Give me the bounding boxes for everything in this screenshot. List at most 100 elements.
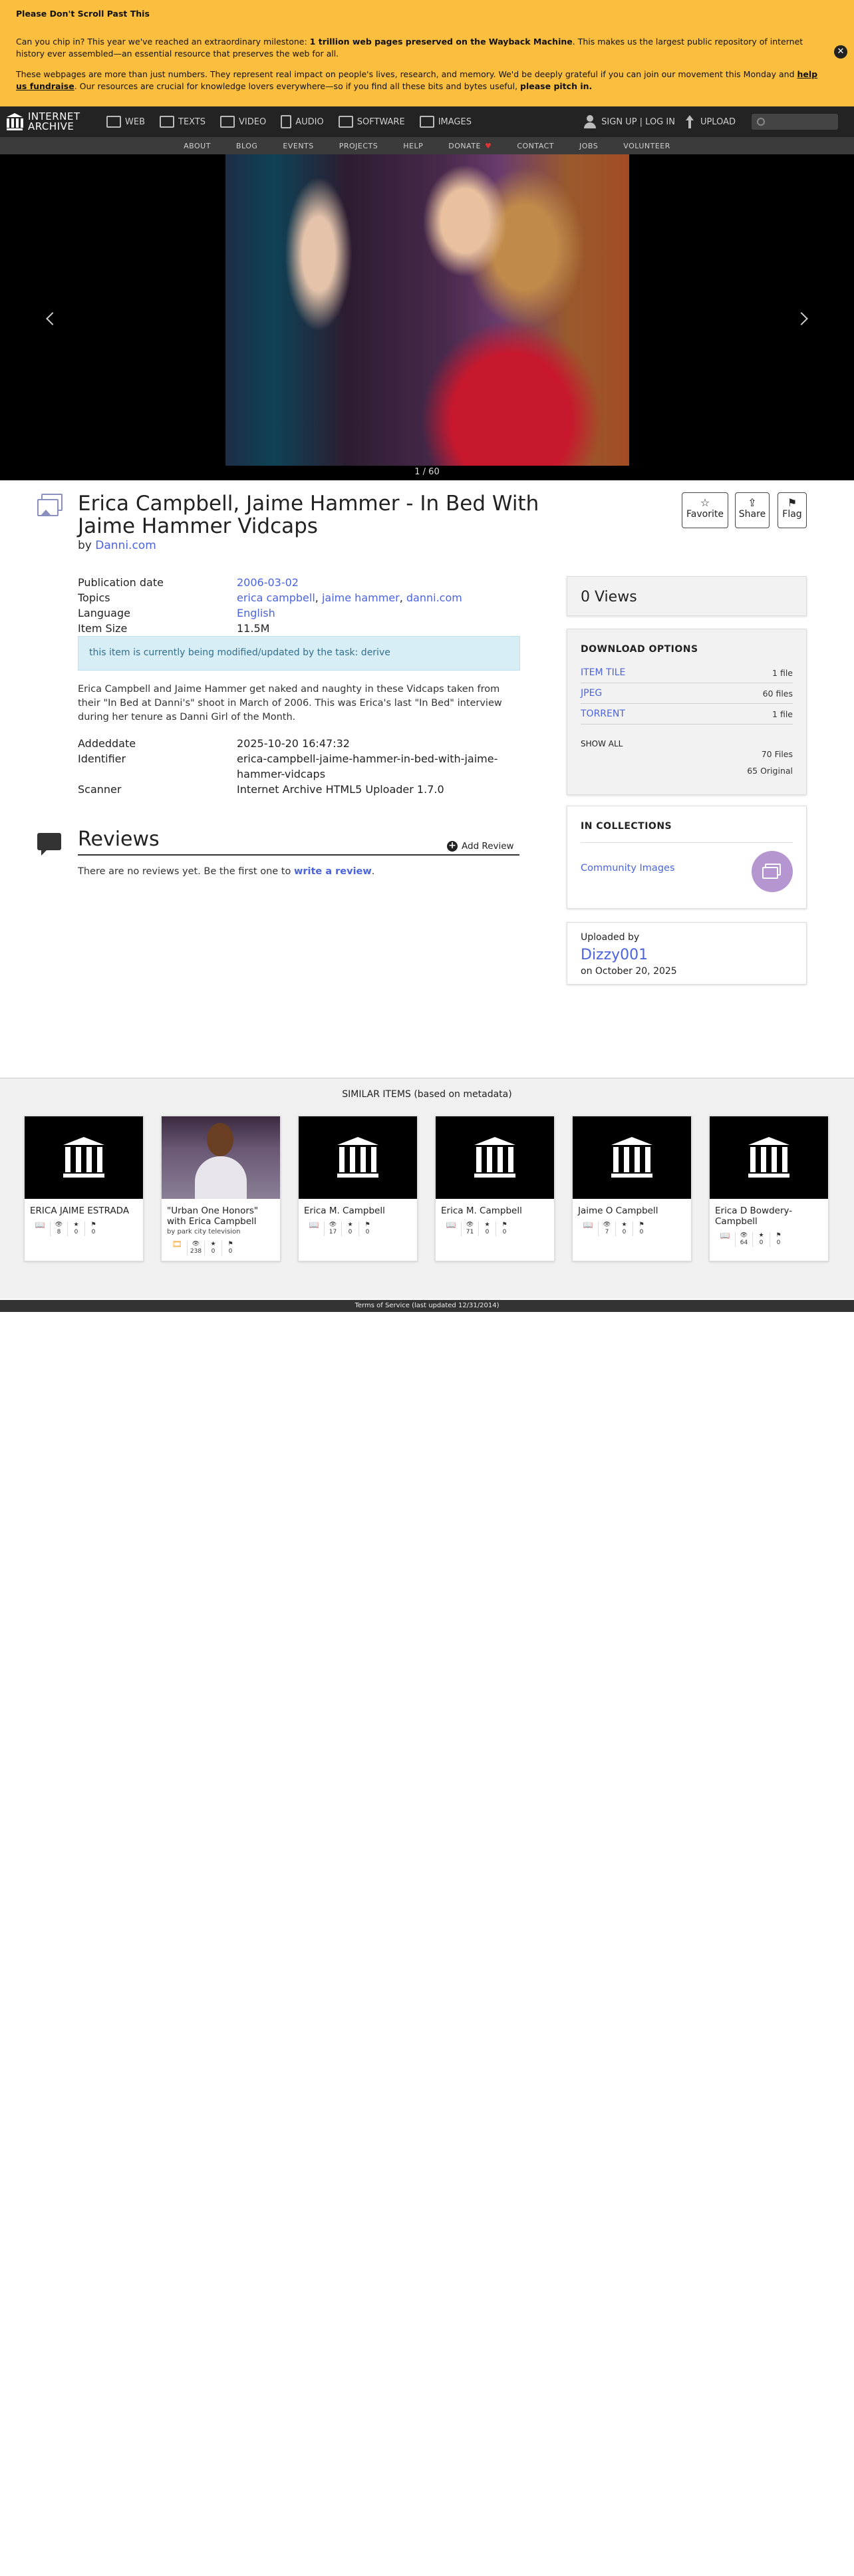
similar-item-card[interactable]: "Urban One Honors" with Erica Campbell by… [161, 1116, 281, 1261]
subnav-volunteer[interactable]: VOLUNTEER [623, 142, 670, 150]
similar-item-title[interactable]: Jaime O Campbell [573, 1199, 691, 1216]
upload-link[interactable]: UPLOAD [700, 117, 736, 127]
book-icon: 📖 [35, 1220, 45, 1229]
publication-date-link[interactable]: 2006-03-02 [237, 576, 299, 589]
subnav-help[interactable]: HELP [403, 142, 423, 150]
view-count: 8 [57, 1229, 61, 1235]
archive-building-icon [611, 1137, 652, 1178]
item-thumbnail[interactable] [436, 1116, 554, 1199]
collection-images-icon [752, 851, 793, 892]
download-item-tile-link[interactable]: ITEM TILE [581, 667, 625, 678]
view-count: 64 [740, 1239, 748, 1246]
creator-link[interactable]: Danni.com [95, 539, 156, 552]
eye-icon: 👁 [603, 1221, 611, 1228]
similar-item-card[interactable]: Jaime O Campbell 📖 👁 7 ★ 0 ⚑ 0 [572, 1116, 692, 1261]
item-thumbnail[interactable] [25, 1116, 143, 1199]
subnav-projects[interactable]: PROJECTS [339, 142, 378, 150]
topic-link[interactable]: jaime hammer [322, 591, 400, 604]
metadata-row: Identifier erica-campbell-jaime-hammer-in… [78, 752, 498, 780]
eye-icon: 👁 [55, 1221, 63, 1228]
download-jpeg-link[interactable]: JPEG [581, 688, 602, 699]
topic-link[interactable]: danni.com [406, 591, 462, 604]
item-thumbnail[interactable] [710, 1116, 828, 1199]
subnav-contact[interactable]: CONTACT [517, 142, 554, 150]
donation-banner: Please Don't Scroll Past This Can you ch… [0, 0, 854, 106]
nav-web[interactable]: WEB [106, 116, 145, 128]
nav-images[interactable]: IMAGES [419, 116, 472, 128]
subnav-about[interactable]: ABOUT [184, 142, 211, 150]
favorite-button[interactable]: ☆ Favorite [682, 492, 728, 528]
star-icon: ★ [484, 1221, 490, 1228]
pitch-in-link[interactable]: please pitch in. [520, 81, 592, 91]
close-banner-button[interactable]: ✕ [834, 45, 847, 59]
similar-item-title[interactable]: "Urban One Honors" with Erica Campbell [162, 1199, 280, 1227]
upload-date: on October 20, 2025 [581, 966, 677, 977]
top-nav: INTERNET ARCHIVE WEB TEXTS VIDEO AUDIO S… [0, 106, 854, 137]
flag-button[interactable]: ⚑ Flag [778, 492, 807, 528]
similar-item-title[interactable]: Erica M. Campbell [436, 1199, 554, 1216]
subnav-donate[interactable]: DONATE ♥ [448, 142, 492, 150]
similar-items-heading: SIMILAR ITEMS (based on metadata) [342, 1089, 512, 1100]
uploader-panel: Uploaded by Dizzy001 on October 20, 2025 [567, 922, 807, 985]
nav-software[interactable]: SOFTWARE [338, 116, 405, 128]
comment-icon: ⚑ [364, 1221, 370, 1228]
similar-item-title[interactable]: Erica M. Campbell [299, 1199, 417, 1216]
similar-item-card[interactable]: Erica M. Campbell 📖 👁 71 ★ 0 ⚑ 0 [435, 1116, 555, 1261]
item-thumbnail[interactable] [299, 1116, 417, 1199]
similar-item-card[interactable]: Erica M. Campbell 📖 👁 17 ★ 0 ⚑ 0 [298, 1116, 418, 1261]
image-collection-icon [37, 494, 64, 518]
archive-building-icon [6, 113, 23, 130]
signup-login-link[interactable]: SIGN UP | LOG IN [601, 117, 675, 127]
subnav-events[interactable]: EVENTS [283, 142, 313, 150]
favorite-count: 0 [348, 1229, 353, 1235]
eye-icon: 👁 [740, 1232, 748, 1239]
user-icon [584, 115, 597, 128]
nav-video[interactable]: VIDEO [220, 116, 266, 128]
view-count: 238 [190, 1248, 202, 1255]
nav-audio[interactable]: AUDIO [281, 115, 324, 128]
write-review-link[interactable]: write a review [294, 866, 372, 877]
metadata-top: Publication date 2006-03-02 Topics erica c… [78, 575, 523, 636]
review-count: 0 [639, 1229, 644, 1235]
collection-item[interactable]: Community Images [581, 843, 793, 892]
comment-icon: ⚑ [227, 1241, 233, 1247]
comment-icon: ⚑ [776, 1232, 782, 1239]
item-description: Erica Campbell and Jaime Hammer get nake… [78, 684, 502, 723]
similar-items-list: ERICA JAIME ESTRADA 📖 👁 8 ★ 0 ⚑ 0 "Urban One Hon… [24, 1116, 829, 1261]
similar-item-title[interactable]: Erica D Bowdery-Campbell [710, 1199, 828, 1227]
download-torrent-link[interactable]: TORRENT [581, 709, 625, 719]
metadata-row: Item Size 11.5M [78, 622, 270, 635]
speech-bubble-icon [37, 833, 61, 856]
upload-icon [684, 115, 695, 128]
banner-highlight: 1 trillion web pages preserved on the Wa… [309, 37, 573, 47]
language-link[interactable]: English [237, 607, 275, 619]
nav-texts[interactable]: TEXTS [160, 116, 206, 128]
collection-link[interactable]: Community Images [581, 863, 675, 874]
search-input[interactable] [752, 114, 838, 130]
terms-footer-link[interactable]: Terms of Service (last updated 12/31/201… [0, 1300, 854, 1312]
subnav-jobs[interactable]: JOBS [579, 142, 598, 150]
review-count: 0 [776, 1239, 781, 1246]
collections-panel: IN COLLECTIONS Community Images [567, 806, 807, 909]
floppy-icon [338, 116, 353, 128]
previous-arrow-icon[interactable] [46, 312, 59, 325]
book-icon: 📖 [446, 1220, 456, 1229]
similar-item-title[interactable]: ERICA JAIME ESTRADA [25, 1199, 143, 1216]
image-viewer: 1 / 60 [0, 154, 854, 480]
next-arrow-icon[interactable] [795, 312, 808, 325]
item-thumbnail[interactable] [162, 1116, 280, 1199]
page-title: Erica Campbell, Jaime Hammer - In Bed Wi… [78, 492, 539, 538]
review-count: 0 [91, 1229, 96, 1235]
download-row: TORRENT 1 file [581, 704, 793, 724]
book-icon: 📖 [720, 1231, 730, 1240]
internet-archive-logo[interactable]: INTERNET ARCHIVE [6, 112, 106, 132]
add-review-button[interactable]: + Add Review [447, 841, 514, 852]
item-thumbnail[interactable] [573, 1116, 691, 1199]
similar-item-card[interactable]: Erica D Bowdery-Campbell 📖 👁 64 ★ 0 ⚑ 0 [709, 1116, 829, 1261]
share-button[interactable]: ⇪ Share [735, 492, 770, 528]
topic-link[interactable]: erica campbell [237, 591, 315, 604]
book-icon: 📖 [309, 1220, 319, 1229]
uploader-link[interactable]: Dizzy001 [581, 947, 793, 963]
similar-item-card[interactable]: ERICA JAIME ESTRADA 📖 👁 8 ★ 0 ⚑ 0 [24, 1116, 144, 1261]
subnav-blog[interactable]: BLOG [236, 142, 257, 150]
